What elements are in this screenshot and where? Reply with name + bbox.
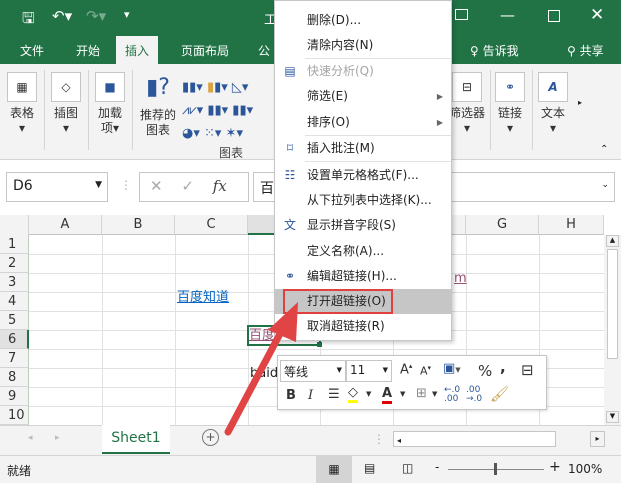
red-arrow-annotation bbox=[224, 302, 298, 436]
